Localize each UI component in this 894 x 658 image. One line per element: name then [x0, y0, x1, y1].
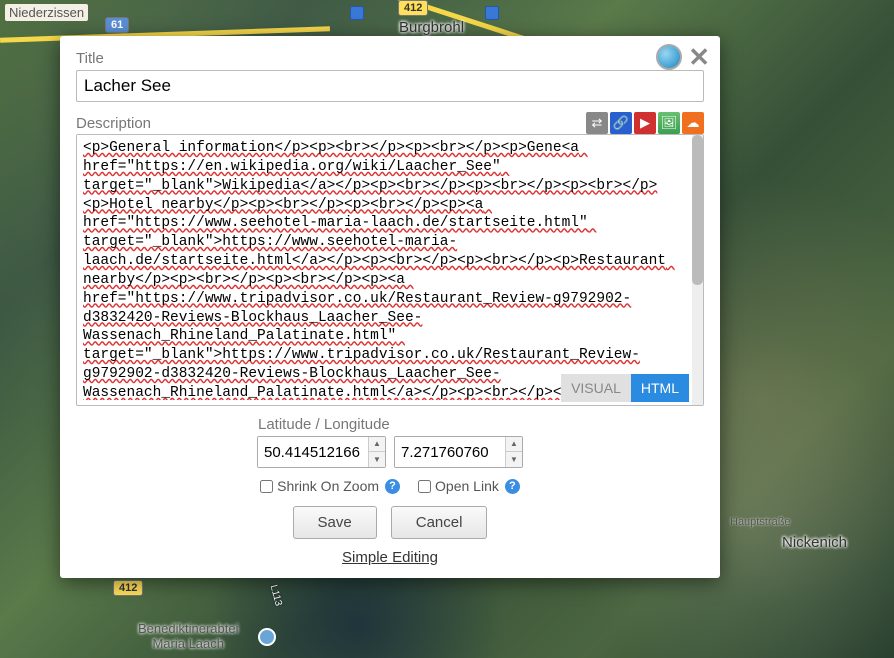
route-icon[interactable]: ⇄: [586, 112, 608, 134]
map-label-nickenich: Nickenich: [778, 533, 851, 552]
longitude-input[interactable]: [395, 437, 505, 467]
description-toolbar: ⇄ 🔗 ▶ 🖼 ☁: [586, 112, 704, 134]
latlng-label: Latitude / Longitude: [258, 416, 390, 433]
description-scrollbar[interactable]: [692, 135, 703, 405]
open-link-checkbox[interactable]: [418, 480, 431, 493]
map-label-benediktinerabtei: Benediktinerabtei: [138, 621, 238, 636]
youtube-icon[interactable]: ▶: [634, 112, 656, 134]
lng-step-up[interactable]: ▲: [506, 437, 522, 452]
image-icon[interactable]: 🖼: [658, 112, 680, 134]
map-label-hauptstrasse: Hauptstraße: [726, 515, 795, 529]
editor-mode-tabs: VISUAL HTML: [561, 374, 689, 402]
lat-step-up[interactable]: ▲: [369, 437, 385, 452]
shrink-on-zoom-option: Shrink On Zoom ?: [260, 478, 400, 494]
save-button[interactable]: Save: [293, 506, 377, 539]
latitude-input[interactable]: [258, 437, 368, 467]
map-label-maria-laach: Maria Laach: [138, 636, 238, 651]
simple-editing-link[interactable]: Simple Editing: [342, 549, 438, 566]
open-link-option: Open Link ?: [418, 478, 520, 494]
map-poi-marker-icon[interactable]: [258, 628, 276, 646]
close-icon[interactable]: ✕: [688, 44, 710, 70]
shrink-on-zoom-checkbox[interactable]: [260, 480, 273, 493]
description-textarea[interactable]: [77, 135, 703, 400]
title-input[interactable]: [76, 70, 704, 102]
rail-station-icon: [350, 6, 364, 20]
tab-html[interactable]: HTML: [631, 374, 689, 402]
lat-step-down[interactable]: ▼: [369, 452, 385, 467]
cancel-button[interactable]: Cancel: [391, 506, 488, 539]
map-label-burgbrohl: Burgbrohl: [395, 18, 468, 37]
help-icon[interactable]: ?: [505, 479, 520, 494]
road-badge-412-b: 412: [113, 580, 143, 596]
open-link-label: Open Link: [435, 478, 499, 494]
link-icon[interactable]: 🔗: [610, 112, 632, 134]
road-badge-61: 61: [105, 17, 129, 33]
soundcloud-icon[interactable]: ☁: [682, 112, 704, 134]
description-label: Description: [76, 115, 151, 132]
marker-edit-modal: ✕ Title Description ⇄ 🔗 ▶ 🖼 ☁ VISUAL HTM…: [60, 36, 720, 578]
help-icon[interactable]: ?: [385, 479, 400, 494]
rail-station-icon: [485, 6, 499, 20]
map-label-niederzissen: Niederzissen: [5, 4, 88, 21]
description-scroll-thumb[interactable]: [692, 135, 703, 285]
tab-visual[interactable]: VISUAL: [561, 374, 631, 402]
lng-step-down[interactable]: ▼: [506, 452, 522, 467]
title-label: Title: [76, 50, 704, 67]
globe-icon[interactable]: [656, 44, 682, 70]
road-badge-412-a: 412: [398, 0, 428, 16]
shrink-on-zoom-label: Shrink On Zoom: [277, 478, 379, 494]
map-label-l113: L113: [268, 584, 284, 608]
